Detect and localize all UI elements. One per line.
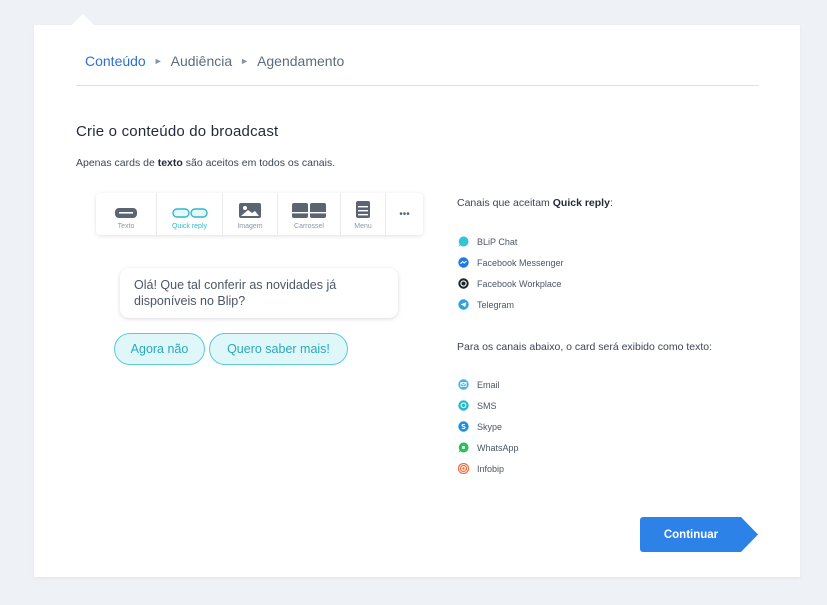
tool-label: Menu [354,223,372,230]
text-channels-heading: Para os canais abaixo, o card será exibi… [457,341,713,353]
breadcrumb: Conteúdo ► Audiência ► Agendamento [85,53,344,69]
tool-label: Quick reply [171,223,207,230]
header-divider [76,85,759,86]
channel-label: WhatsApp [477,442,519,453]
subtitle: Apenas cards de texto são aceitos em tod… [76,157,335,169]
channel-label: Facebook Workplace [477,278,562,289]
breadcrumb-arrow-icon: ► [240,56,250,66]
channel-whatsapp: WhatsApp [458,442,519,453]
more-icon: ••• [399,208,410,220]
image-icon [239,203,261,218]
continue-button[interactable]: Continuar [640,517,758,552]
channel-label: Telegram [477,299,515,310]
channel-skype: Skype [458,421,502,432]
quick-reply-icon [171,208,208,218]
channel-infobip: Infobip [458,463,504,474]
breadcrumb-step-content[interactable]: Conteúdo [85,53,146,69]
breadcrumb-arrow-icon: ► [153,56,163,66]
channel-email: Email [458,379,500,390]
card-notch [72,14,94,25]
subtitle-bold: texto [157,157,183,169]
infobip-icon [458,463,469,474]
blip-chat-icon [458,236,469,247]
message-bubble: Olá! Que tal conferir as novidades já di… [120,268,398,318]
heading-bold: Quick reply [552,197,610,209]
channel-label: SMS [477,400,497,411]
channel-label: Facebook Messenger [477,257,564,268]
channel-telegram: Telegram [458,299,514,310]
sms-icon [458,400,469,411]
quick-reply-channels-heading: Canais que aceitam Quick reply: [457,197,613,209]
tool-image[interactable]: Imagem [223,193,278,235]
heading-suffix: : [609,197,613,209]
heading-prefix: Canais que aceitam [457,197,553,209]
tool-quick-reply[interactable]: Quick reply [157,193,223,235]
text-card-icon [115,208,137,218]
channel-label: Email [477,379,500,390]
tool-label: Texto [117,223,135,230]
tool-label: Imagem [237,223,263,230]
channel-facebook-messenger: Facebook Messenger [458,257,564,268]
messenger-icon [458,257,469,268]
quick-reply-button-yes[interactable]: Quero saber mais! [209,333,348,365]
menu-card-icon [356,201,370,218]
carousel-icon [292,203,326,218]
tool-carousel[interactable]: Carrossel [278,193,341,235]
tool-menu[interactable]: Menu [341,193,386,235]
telegram-icon [458,299,469,310]
workplace-icon [458,278,469,289]
skype-icon [458,421,469,432]
quick-reply-button-no[interactable]: Agora não [114,333,205,365]
channel-sms: SMS [458,400,497,411]
whatsapp-icon [458,442,469,453]
channel-label: BLiP Chat [477,236,518,247]
channel-blip-chat: BLiP Chat [458,236,517,247]
subtitle-prefix: Apenas cards de [76,157,158,169]
subtitle-suffix: são aceitos em todos os canais. [182,157,336,169]
email-icon [458,379,469,390]
tool-label: Carrossel [294,223,324,230]
tool-text[interactable]: Texto [96,193,157,235]
continue-button-label: Continuar [663,528,719,541]
breadcrumb-step-audience[interactable]: Audiência [171,53,233,69]
channel-label: Infobip [477,463,505,474]
channel-facebook-workplace: Facebook Workplace [458,278,561,289]
page-title: Crie o conteúdo do broadcast [76,123,279,140]
channel-label: Skype [477,421,503,432]
tool-more[interactable]: ••• [386,193,423,235]
breadcrumb-step-schedule[interactable]: Agendamento [257,53,344,69]
card-type-toolbar: Texto Quick reply Imagem Carrossel Menu … [96,193,423,235]
broadcast-card: Conteúdo ► Audiência ► Agendamento Crie … [34,25,800,577]
